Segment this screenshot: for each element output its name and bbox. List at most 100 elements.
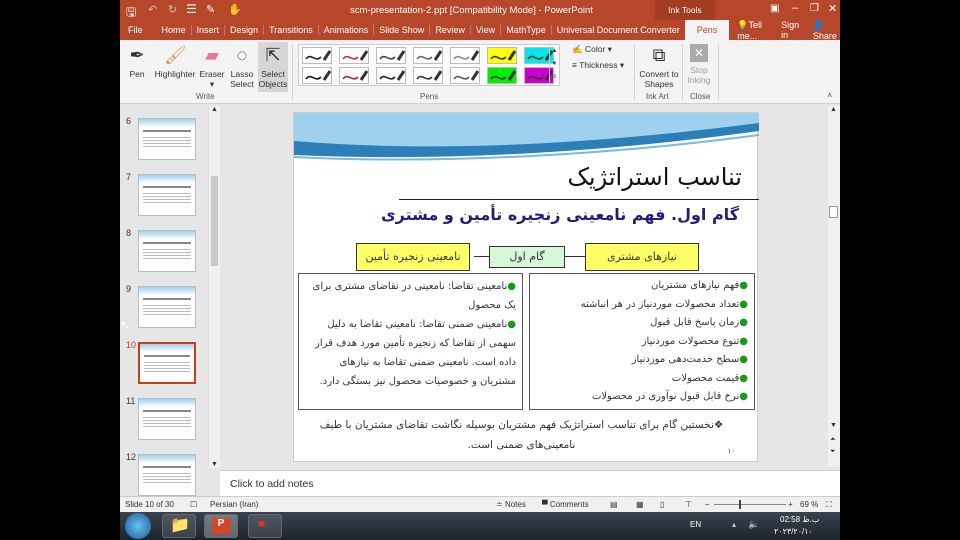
notes-pane[interactable]: Click to add notes xyxy=(220,470,840,496)
previous-slide-icon[interactable]: ⏶ xyxy=(830,436,836,444)
eraser-button[interactable]: ▰ Eraser ▾ xyxy=(198,42,226,89)
scroll-down-icon[interactable]: ▼ xyxy=(830,422,837,429)
pen-preset[interactable] xyxy=(450,47,480,64)
zoom-level[interactable]: 69 % xyxy=(800,497,818,512)
scrollbar-thumb[interactable] xyxy=(211,176,218,266)
pen-preset[interactable] xyxy=(376,47,406,64)
pen-preset[interactable] xyxy=(302,47,332,64)
comments-button[interactable]: ▀ Comments xyxy=(542,497,589,512)
slide-thumbnail[interactable] xyxy=(138,118,196,160)
tab-home[interactable]: Home xyxy=(157,25,192,35)
slide-number: ۱۰ xyxy=(727,448,735,455)
slide-sorter-icon[interactable]: ▦ xyxy=(636,497,644,512)
normal-view-icon[interactable]: ▤ xyxy=(610,497,618,512)
scrollbar-thumb[interactable] xyxy=(829,206,838,218)
pen-mode-icon[interactable]: ✎ xyxy=(206,3,215,16)
powerpoint-taskbar-button[interactable]: P xyxy=(204,514,238,538)
pen-preset[interactable] xyxy=(413,67,443,84)
tab-transitions[interactable]: Transitions xyxy=(264,25,319,35)
share-button[interactable]: 👤 Share xyxy=(813,20,840,41)
color-button[interactable]: ✍ Color ▾ xyxy=(572,44,612,54)
pens-group-label: Pens xyxy=(420,92,439,101)
language-bar[interactable]: EN xyxy=(690,520,701,529)
tab-design[interactable]: Design xyxy=(225,25,265,35)
title-bar: 🖫 ↶ ↻ ☰ ✎ ✋ scm-presentation-2.ppt [Comp… xyxy=(120,0,840,20)
reading-view-icon[interactable]: ▯ xyxy=(660,497,664,512)
sign-in-link[interactable]: Sign in xyxy=(781,20,801,40)
select-objects-button[interactable]: ⇱ Select Objects xyxy=(258,42,288,92)
first-step-box: گام اول xyxy=(489,246,565,268)
highlighter-button[interactable]: 🖌 Highlighter xyxy=(152,42,198,79)
explorer-taskbar-button[interactable]: 📁 xyxy=(162,514,196,538)
spell-check-icon[interactable]: ☐ xyxy=(190,497,197,512)
tell-me-search[interactable]: 💡Tell me... xyxy=(737,20,771,41)
tab-animations[interactable]: Animations xyxy=(319,25,375,35)
tab-view[interactable]: View xyxy=(471,25,502,35)
scroll-up-icon[interactable]: ▲ xyxy=(830,106,837,113)
pen-preset[interactable] xyxy=(450,67,480,84)
recorder-taskbar-button[interactable]: ⏺ xyxy=(248,514,282,538)
thumbnails-scrollbar[interactable]: ▲ ▼ xyxy=(208,106,220,468)
thickness-button[interactable]: ≡ Thickness ▾ xyxy=(572,60,624,70)
list-item: ●نامعینی تقاضا: نامعینی در تقاضای مشتری … xyxy=(312,281,516,311)
thumbnail-number: 12 xyxy=(126,452,137,462)
pen-preset[interactable] xyxy=(376,67,406,84)
tab-file[interactable]: File xyxy=(120,25,157,35)
tab-slide-show[interactable]: Slide Show xyxy=(374,25,431,35)
scroll-down-icon[interactable]: ▼ xyxy=(211,461,218,468)
slide-thumbnail[interactable] xyxy=(138,230,196,272)
close-button[interactable]: ✕ xyxy=(828,2,837,15)
clock-date[interactable]: ۲۰۲۳/۲۰/۱۰ xyxy=(774,527,813,536)
notes-button[interactable]: ≐ Notes xyxy=(496,497,526,512)
zoom-slider[interactable] xyxy=(714,500,786,509)
slideshow-icon[interactable]: ⊤ xyxy=(685,497,692,512)
fit-slide-icon[interactable]: ⛶ xyxy=(826,497,832,512)
scroll-up-icon[interactable]: ▲ xyxy=(211,106,218,113)
slide-thumbnail[interactable] xyxy=(138,174,196,216)
tab-mathtype[interactable]: MathType xyxy=(501,25,552,35)
volume-icon[interactable]: 🔈 xyxy=(748,519,759,530)
pen-preset[interactable] xyxy=(339,67,369,84)
ribbon-display-icon[interactable]: ▣ xyxy=(770,3,779,14)
collapse-ribbon-icon[interactable]: ˄ xyxy=(827,91,832,100)
pen-preset[interactable] xyxy=(339,47,369,64)
list-icon[interactable]: ☰ xyxy=(186,2,197,16)
pen-preset[interactable] xyxy=(302,67,332,84)
stop-inking-button[interactable]: ✕ Stop Inking xyxy=(684,42,714,85)
network-icon[interactable]: ▴ xyxy=(732,520,736,529)
redo-icon[interactable]: ↻ xyxy=(168,3,177,16)
gallery-scroll[interactable]: ▲ ▼ ≡ xyxy=(549,45,559,85)
pen-preset[interactable] xyxy=(487,47,517,64)
zoom-in-button[interactable]: + xyxy=(788,497,793,512)
convert-to-shapes-button[interactable]: ⧉ Convert to Shapes xyxy=(638,42,680,89)
tab-insert[interactable]: Insert xyxy=(192,25,226,35)
list-item: ●تعداد محصولات موردنیاز در هر انباشته xyxy=(580,298,748,310)
powerpoint-window: 🖫 ↶ ↻ ☰ ✎ ✋ scm-presentation-2.ppt [Comp… xyxy=(120,0,840,512)
slide-thumbnail[interactable] xyxy=(138,398,196,440)
tab-universal-document-converter[interactable]: Universal Document Converter xyxy=(552,25,685,35)
slide-thumbnail[interactable] xyxy=(138,454,196,496)
language-indicator[interactable]: Persian (Iran) xyxy=(210,497,258,512)
slide-thumbnail[interactable] xyxy=(138,342,196,384)
tab-pens[interactable]: Pens xyxy=(684,20,730,40)
pen-preset[interactable] xyxy=(413,47,443,64)
undo-icon[interactable]: ↶ xyxy=(148,3,157,16)
lasso-select-button[interactable]: ◌ Lasso Select xyxy=(228,42,256,89)
clock-time[interactable]: 02:58 ب.ظ xyxy=(780,515,819,524)
pen-preset[interactable] xyxy=(487,67,517,84)
zoom-slider-thumb[interactable] xyxy=(738,500,741,509)
folder-icon: 📁 xyxy=(170,517,190,534)
slide-scrollbar[interactable]: ▲ ▼ ⏶ ⏷ xyxy=(828,106,840,466)
tab-review[interactable]: Review xyxy=(430,25,471,35)
restore-button[interactable]: ❐ xyxy=(810,3,819,14)
next-slide-icon[interactable]: ⏷ xyxy=(830,448,836,456)
convert-shapes-icon: ⧉ xyxy=(652,45,666,65)
write-group-label: Write xyxy=(196,92,215,101)
zoom-out-button[interactable]: – xyxy=(705,497,709,512)
start-button[interactable] xyxy=(125,513,151,539)
slide-canvas[interactable]: تناسب استراتژیک گام اول. فهم نامعینی زنج… xyxy=(293,112,759,462)
slide-thumbnail[interactable] xyxy=(138,286,196,328)
minimize-button[interactable]: – xyxy=(792,2,798,14)
touch-mode-icon[interactable]: ✋ xyxy=(228,3,242,16)
pen-button[interactable]: ✒ Pen xyxy=(124,42,150,79)
